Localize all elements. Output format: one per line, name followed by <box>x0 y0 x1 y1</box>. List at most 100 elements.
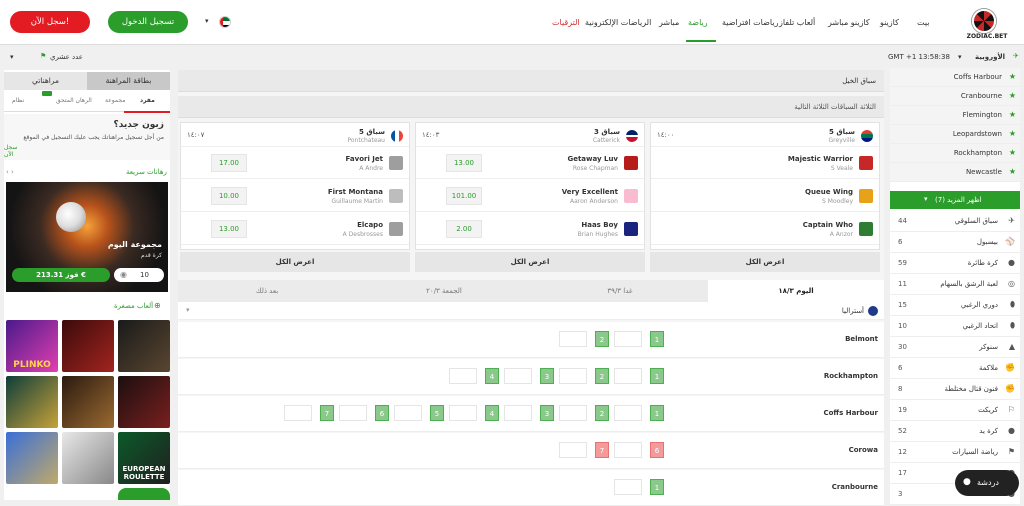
tab-today[interactable]: اليوم ١٨/٣ <box>708 280 884 302</box>
brand-logo[interactable]: ZODIAC.BET <box>962 9 1012 40</box>
race-number-box[interactable]: 4 <box>485 368 499 384</box>
tab-betslip[interactable]: بطاقة المراهنة <box>87 72 170 90</box>
race-time-chip[interactable] <box>449 405 477 421</box>
race-card-header[interactable]: سباق 5 Pontchateau ١٤:٠٧ <box>181 123 409 147</box>
sport-item[interactable]: سباق السلوقي 44 ✈ <box>890 211 1020 232</box>
nav-home[interactable]: بيت <box>917 18 930 27</box>
star-icon[interactable]: ★ <box>1009 91 1016 100</box>
game-european-roulette[interactable]: EUROPEAN ROULETTE <box>118 432 170 484</box>
promo-banner[interactable]: مجموعة اليوم كرة قدم 10 ◉ فوز 213.31 € <box>6 182 168 292</box>
favorite-item[interactable]: Flemington ★ <box>890 106 1020 125</box>
odds-button[interactable]: 2.00 <box>446 220 482 238</box>
sport-item[interactable]: كريكت 19 ⚐ <box>890 400 1020 421</box>
sport-item[interactable]: رياضة السيارات 12 ⚑ <box>890 442 1020 463</box>
game-tile-3[interactable] <box>118 320 170 372</box>
race-number-box[interactable]: 4 <box>485 405 499 421</box>
race-time-chip[interactable] <box>559 331 587 347</box>
show-more-button[interactable]: اظهر المزيد (7) ▾ <box>890 191 1020 209</box>
race-card-header[interactable]: سباق 5 Greyville ١٤:٠٠ <box>651 123 879 147</box>
race-number-box[interactable]: 1 <box>650 405 664 421</box>
star-icon[interactable]: ★ <box>1009 72 1016 81</box>
race-number-box[interactable]: 3 <box>540 405 554 421</box>
tab-friday[interactable]: الجمعة ٢٠/٣ <box>356 280 532 302</box>
odds-button[interactable]: 17.00 <box>211 154 247 172</box>
race-number-box[interactable]: 2 <box>595 368 609 384</box>
register-link[interactable]: سجل الآن <box>4 144 24 158</box>
sport-item[interactable]: بيسبول 6 ⚾ <box>890 232 1020 253</box>
meeting-name[interactable]: Corowa <box>849 446 878 454</box>
race-time-chip[interactable] <box>504 368 532 384</box>
nav-tv-games[interactable]: ألعاب تلفاز <box>779 18 815 27</box>
arrows-icon[interactable]: ‹ › <box>6 168 14 176</box>
meeting-name[interactable]: Rockhampton <box>824 372 878 380</box>
race-number-box[interactable]: 7 <box>320 405 334 421</box>
language-selector[interactable]: ▾ <box>205 15 233 29</box>
favorite-item[interactable]: Leopardstown ★ <box>890 125 1020 144</box>
game-tile-5[interactable] <box>62 376 114 428</box>
nav-live-casino[interactable]: كازينو مباشر <box>828 18 870 27</box>
odds-button[interactable]: 13.00 <box>211 220 247 238</box>
region-selector[interactable]: الأوروبية <box>975 53 1005 61</box>
race-card-header[interactable]: سباق 3 Catterick ١٤:٠٣ <box>416 123 644 147</box>
favorite-item[interactable]: Cranbourne ★ <box>890 87 1020 106</box>
meeting-name[interactable]: Belmont <box>845 335 878 343</box>
tab-system[interactable]: نظام <box>12 97 24 104</box>
register-button[interactable]: سجل الآن! <box>10 11 90 33</box>
chat-button[interactable]: ● دردشة <box>955 470 1019 496</box>
sport-item[interactable]: كرة يد 52 ● <box>890 421 1020 442</box>
game-tile-2[interactable] <box>62 320 114 372</box>
tab-my-bets[interactable]: مراهناتي <box>4 72 87 90</box>
star-icon[interactable]: ★ <box>1009 167 1016 176</box>
favorite-item[interactable]: Coffs Harbour ★ <box>890 68 1020 87</box>
race-number-box[interactable]: 3 <box>540 368 554 384</box>
race-number-box[interactable]: 6 <box>375 405 389 421</box>
show-all-button[interactable]: اعرض الكل <box>180 252 410 272</box>
sport-item[interactable]: كرة طائرة 59 ● <box>890 253 1020 274</box>
race-time-chip[interactable] <box>614 331 642 347</box>
nav-casino[interactable]: كازينو <box>880 18 899 27</box>
odds-button[interactable]: 10.00 <box>211 187 247 205</box>
tab-accumulator[interactable]: الرهان المتحق <box>56 97 92 104</box>
race-number-box[interactable]: 5 <box>430 405 444 421</box>
race-time-chip[interactable] <box>394 405 422 421</box>
race-time-chip[interactable] <box>559 442 587 458</box>
race-number-box[interactable]: 1 <box>650 331 664 347</box>
odds-format-selector[interactable]: عدد عشري <box>50 53 83 61</box>
nav-esports[interactable]: الرياضات الإلكترونية <box>585 18 651 27</box>
nav-promotions[interactable]: الترقيات <box>552 18 580 27</box>
tab-later[interactable]: بعد ذلك <box>178 280 356 302</box>
win-button[interactable]: فوز 213.31 € <box>12 268 110 282</box>
sport-item[interactable]: اتحاد الرغبي 10 ⬮ <box>890 316 1020 337</box>
sport-item[interactable]: دوري الرغبي 15 ⬮ <box>890 295 1020 316</box>
race-time-chip[interactable] <box>339 405 367 421</box>
login-button[interactable]: تسجيل الدخول <box>108 11 188 33</box>
favorite-item[interactable]: Newcastle ★ <box>890 163 1020 182</box>
race-time-chip[interactable] <box>284 405 312 421</box>
show-all-button[interactable]: اعرض الكل <box>415 252 645 272</box>
star-icon[interactable]: ★ <box>1009 110 1016 119</box>
meeting-name[interactable]: Coffs Harbour <box>823 409 878 417</box>
tab-single[interactable]: مفرد <box>140 97 155 104</box>
sport-item[interactable]: ملاكمة 6 ✊ <box>890 358 1020 379</box>
sport-item[interactable]: لعبة الرشق بالسهام 11 ◎ <box>890 274 1020 295</box>
nav-live[interactable]: مباشر <box>659 18 679 27</box>
game-tile-8[interactable] <box>62 432 114 484</box>
show-all-button[interactable]: اعرض الكل <box>650 252 880 272</box>
nav-sports[interactable]: رياضة <box>688 18 708 27</box>
race-time-chip[interactable] <box>614 479 642 495</box>
favorite-item[interactable]: Rockhampton ★ <box>890 144 1020 163</box>
game-tile-4[interactable] <box>6 376 58 428</box>
race-time-chip[interactable] <box>504 405 532 421</box>
odds-button[interactable]: 101.00 <box>446 187 482 205</box>
chevron-down-icon[interactable]: ▾ <box>186 306 190 314</box>
nav-virtual-sports[interactable]: رياضات افتراضية <box>722 18 778 27</box>
race-number-box[interactable]: 2 <box>595 405 609 421</box>
scroll-handle[interactable] <box>118 488 170 500</box>
race-number-box[interactable]: 1 <box>650 368 664 384</box>
race-time-chip[interactable] <box>614 368 642 384</box>
race-time-chip[interactable] <box>614 405 642 421</box>
sport-item[interactable]: فنون قتال مختلطة 8 ✊ <box>890 379 1020 400</box>
game-tile-7[interactable] <box>6 432 58 484</box>
star-icon[interactable]: ★ <box>1009 148 1016 157</box>
tab-combo[interactable]: مجموعة <box>105 97 125 104</box>
